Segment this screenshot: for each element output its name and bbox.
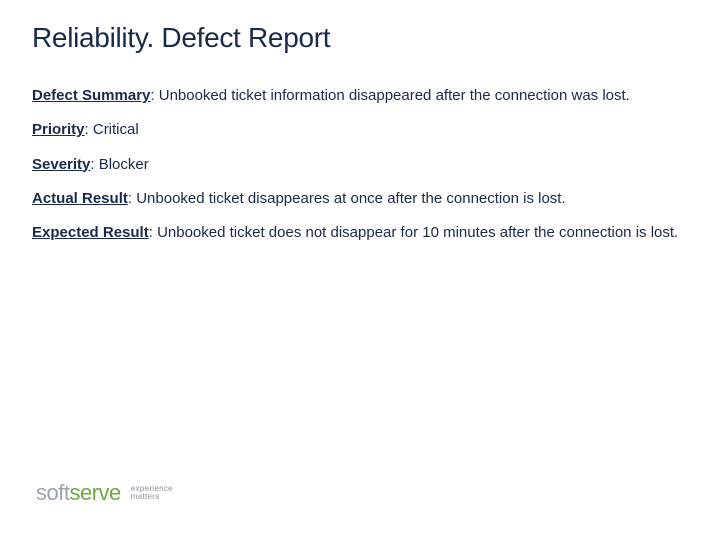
- logo-text: softserve: [36, 480, 121, 506]
- logo-tagline: experience matters: [131, 485, 173, 502]
- tagline-line2: matters: [131, 493, 173, 501]
- logo-part-soft: soft: [36, 480, 69, 505]
- logo-part-serve: serve: [69, 480, 120, 505]
- label-colon: :: [85, 121, 93, 138]
- actual-result-label: Actual Result: [32, 190, 128, 207]
- expected-result-label: Expected Result: [32, 224, 149, 241]
- defect-summary-value: Unbooked ticket information disappeared …: [159, 87, 630, 104]
- actual-result-field: Actual Result: Unbooked ticket disappear…: [32, 189, 688, 209]
- actual-result-value: Unbooked ticket disappeares at once afte…: [136, 190, 565, 207]
- priority-label: Priority: [32, 121, 85, 138]
- label-colon: :: [150, 87, 158, 104]
- label-colon: :: [128, 190, 136, 207]
- expected-result-field: Expected Result: Unbooked ticket does no…: [32, 223, 688, 243]
- page-title: Reliability. Defect Report: [32, 22, 688, 54]
- severity-value: Blocker: [99, 156, 149, 173]
- defect-summary-field: Defect Summary: Unbooked ticket informat…: [32, 86, 688, 106]
- severity-field: Severity: Blocker: [32, 155, 688, 175]
- expected-result-value: Unbooked ticket does not disappear for 1…: [157, 224, 678, 241]
- defect-summary-label: Defect Summary: [32, 87, 150, 104]
- logo: softserve experience matters: [36, 480, 173, 506]
- severity-label: Severity: [32, 156, 90, 173]
- priority-field: Priority: Critical: [32, 120, 688, 140]
- label-colon: :: [149, 224, 157, 241]
- priority-value: Critical: [93, 121, 139, 138]
- label-colon: :: [90, 156, 98, 173]
